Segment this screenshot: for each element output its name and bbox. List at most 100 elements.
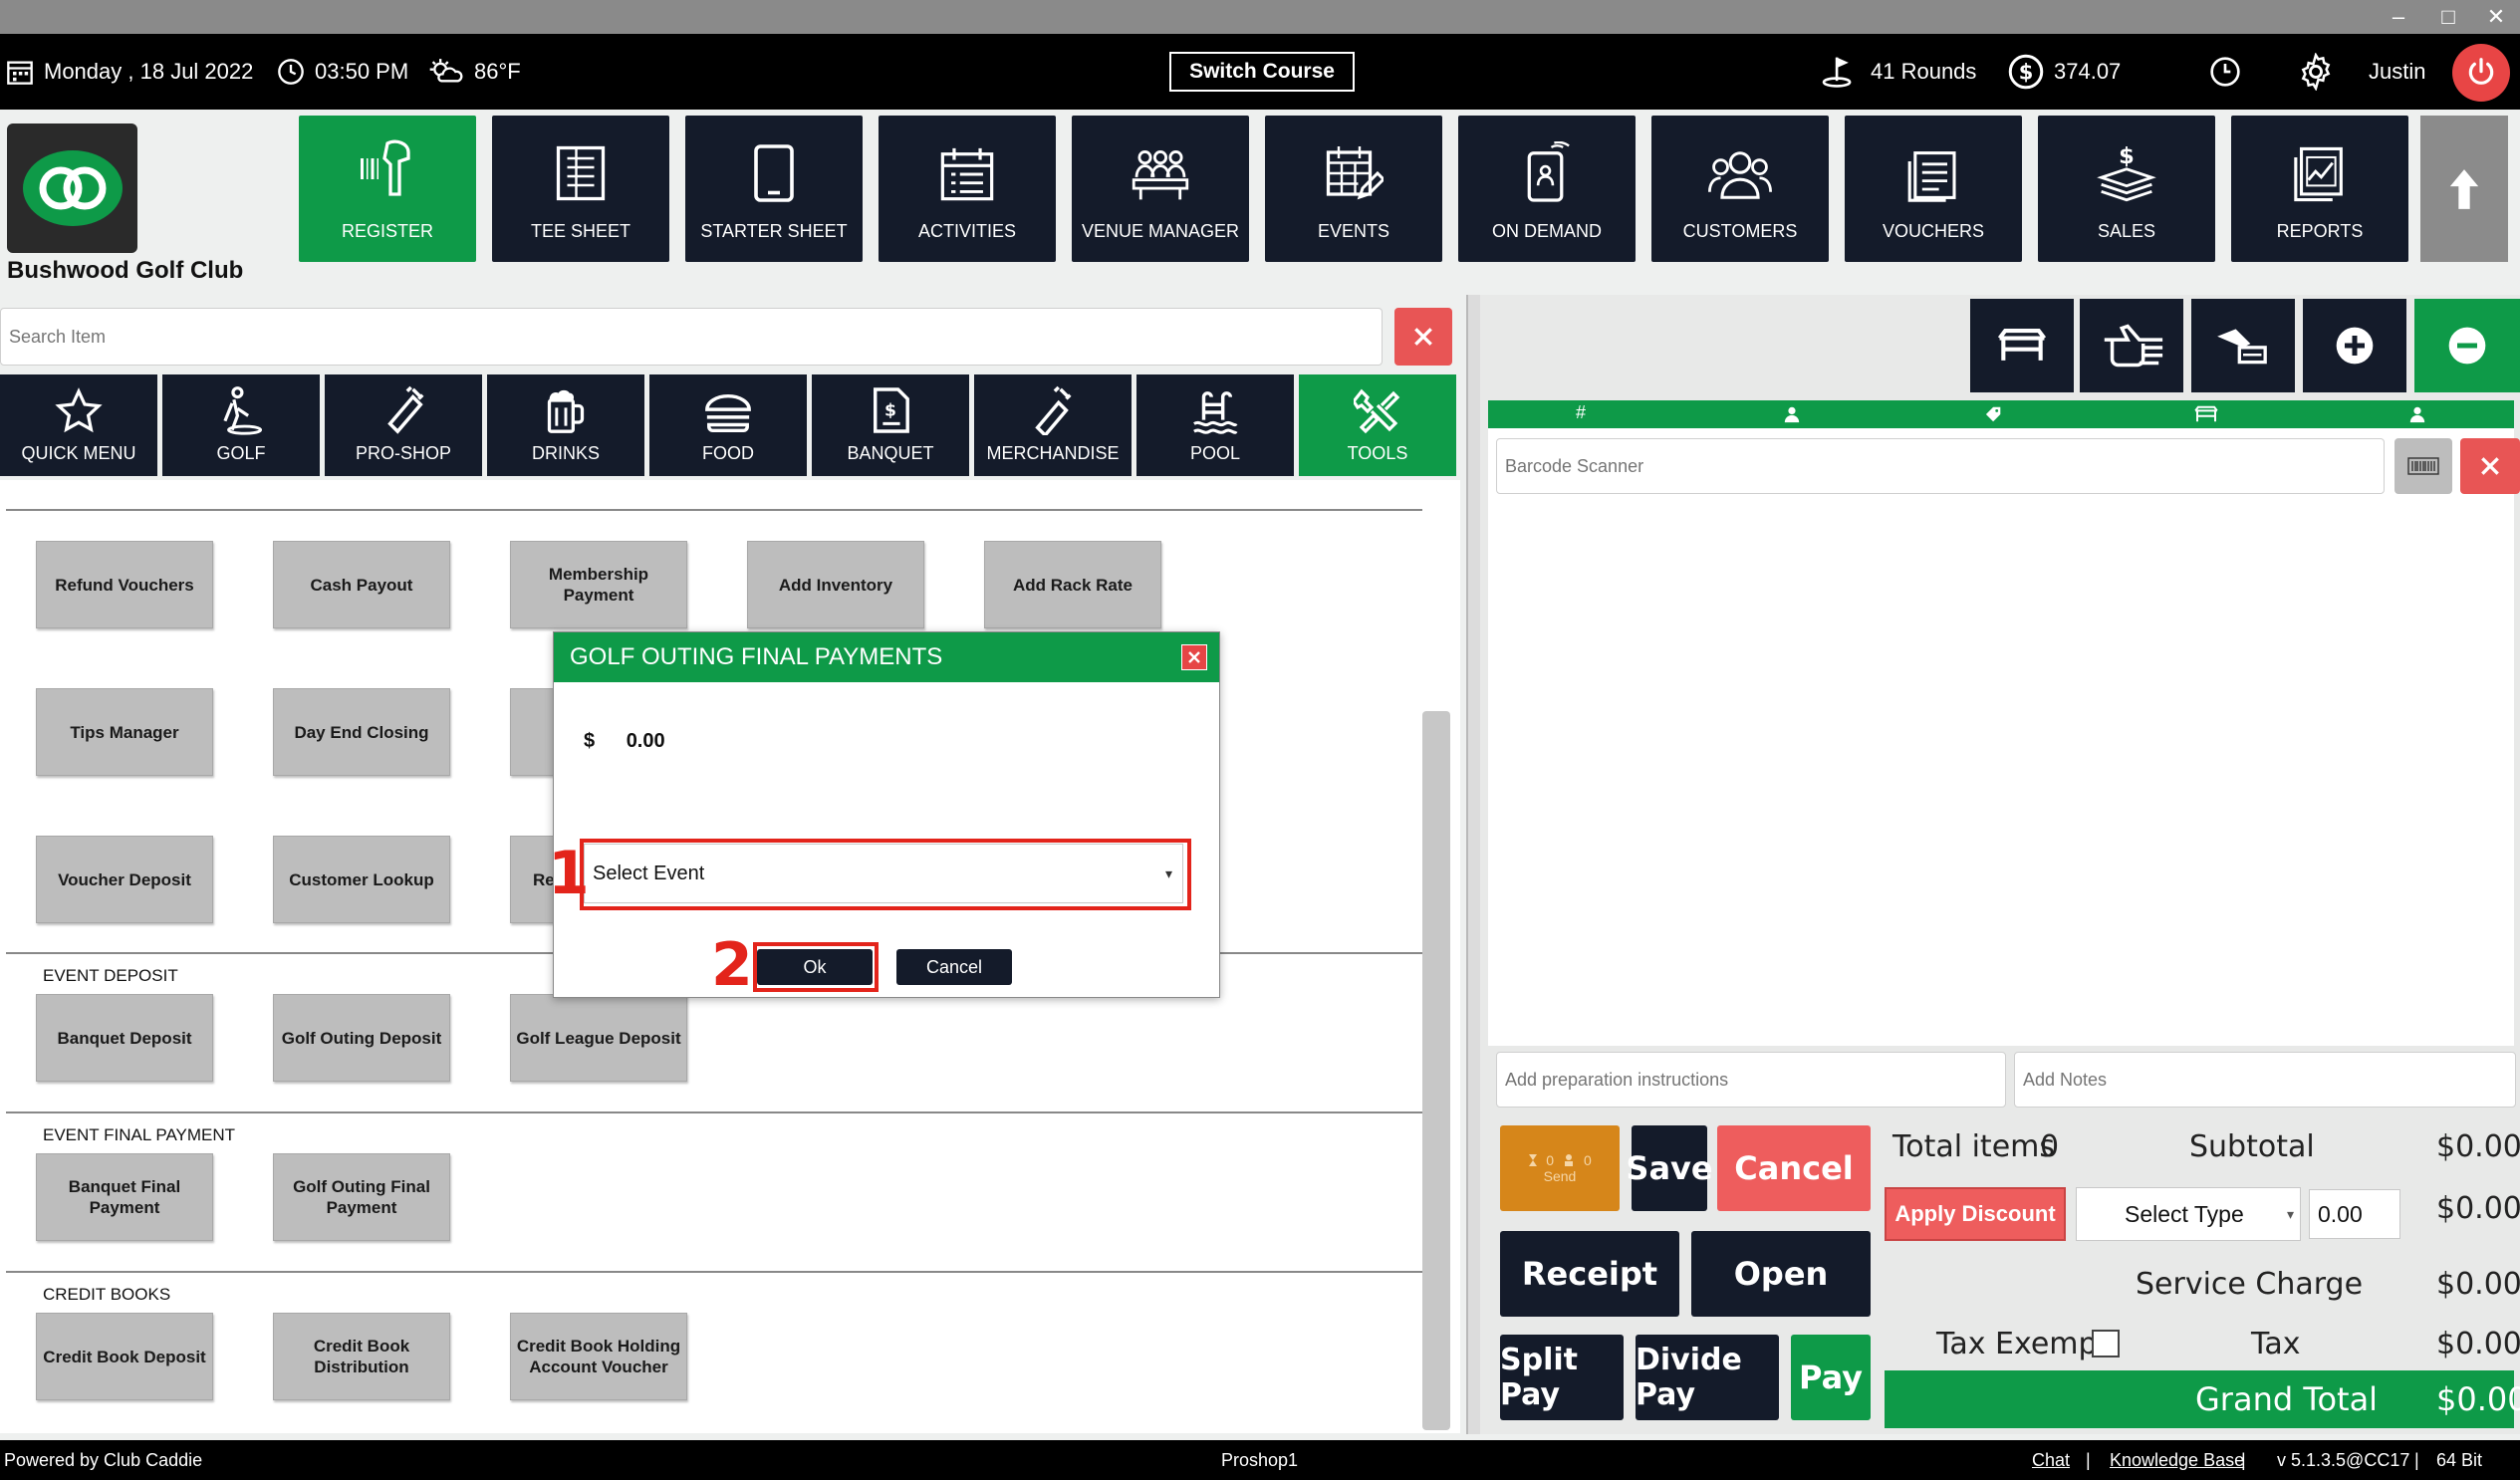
category-quick-menu[interactable]: QUICK MENU xyxy=(0,374,157,476)
total-items-value: 0 xyxy=(2040,1129,2060,1164)
barcode-scanner-input[interactable] xyxy=(1496,438,2385,494)
chat-link[interactable]: Chat xyxy=(2032,1450,2070,1471)
nav-register[interactable]: REGISTER xyxy=(299,116,476,262)
tax-exempt-checkbox[interactable] xyxy=(2092,1330,2120,1357)
step-2-highlight xyxy=(753,942,879,992)
receipt-button[interactable]: Receipt xyxy=(1500,1231,1679,1317)
category-pro-shop[interactable]: PRO-SHOP xyxy=(325,374,482,476)
nav-sales[interactable]: $ SALES xyxy=(2038,116,2215,262)
dialog-cancel-button[interactable]: Cancel xyxy=(896,949,1012,985)
balance-text: 374.07 xyxy=(2054,59,2122,84)
nav-starter-sheet[interactable]: STARTER SHEET xyxy=(685,116,863,262)
tools-scrollbar[interactable] xyxy=(1422,711,1450,1430)
weather-display: 86°F xyxy=(428,34,521,110)
category-label: PRO-SHOP xyxy=(355,443,451,463)
tips-manager-button[interactable]: Tips Manager xyxy=(36,688,213,776)
golf-league-deposit-button[interactable]: Golf League Deposit xyxy=(510,994,687,1082)
credit-book-distribution-button[interactable]: Credit Book Distribution xyxy=(273,1313,450,1400)
category-merchandise[interactable]: MERCHANDISE xyxy=(974,374,1132,476)
nav-vouchers-label: VOUCHERS xyxy=(1882,221,1984,241)
dialog-close-button[interactable] xyxy=(1181,644,1207,670)
nav-vouchers[interactable]: VOUCHERS xyxy=(1845,116,2022,262)
send-button[interactable]: 0 0 Send xyxy=(1500,1125,1620,1211)
credit-book-holding-account-voucher-button[interactable]: Credit Book Holding Account Voucher xyxy=(510,1313,687,1400)
banquet-final-payment-button[interactable]: Banquet Final Payment xyxy=(36,1153,213,1241)
add-item-button[interactable] xyxy=(2303,299,2406,392)
category-drinks[interactable]: DRINKS xyxy=(487,374,644,476)
power-button[interactable] xyxy=(2452,44,2510,102)
voucher-deposit-button[interactable]: Voucher Deposit xyxy=(36,836,213,923)
nav-venue-manager[interactable]: VENUE MANAGER xyxy=(1072,116,1249,262)
send-counters: 0 0 xyxy=(1528,1152,1592,1168)
scroll-up-button[interactable] xyxy=(2420,116,2508,262)
barcode-button[interactable] xyxy=(2394,438,2452,494)
membership-payment-button[interactable]: Membership Payment xyxy=(510,541,687,628)
golf-outing-deposit-button[interactable]: Golf Outing Deposit xyxy=(273,994,450,1082)
banquet-deposit-button[interactable]: Banquet Deposit xyxy=(36,994,213,1082)
event-final-payment-label: EVENT FINAL PAYMENT xyxy=(43,1125,236,1144)
clear-search-button[interactable] xyxy=(1394,308,1452,366)
category-tools[interactable]: TOOLS xyxy=(1299,374,1456,476)
table-seat-button[interactable] xyxy=(1970,299,2074,392)
nav-activities[interactable]: ACTIVITIES xyxy=(879,116,1056,262)
add-notes-input[interactable] xyxy=(2014,1052,2516,1108)
cash-payout-button[interactable]: Cash Payout xyxy=(273,541,450,628)
settings-button[interactable] xyxy=(2297,34,2345,110)
club-name: Bushwood Golf Club xyxy=(7,257,244,284)
hand-card-button[interactable] xyxy=(2080,299,2183,392)
apply-discount-button[interactable]: Apply Discount xyxy=(1885,1187,2066,1241)
golf-outing-final-payment-button[interactable]: Golf Outing Final Payment xyxy=(273,1153,450,1241)
clock-button[interactable] xyxy=(2209,34,2251,110)
day-end-closing-button[interactable]: Day End Closing xyxy=(273,688,450,776)
maximize-button[interactable]: □ xyxy=(2424,0,2472,34)
close-icon xyxy=(1414,328,1432,346)
knowledge-base-link[interactable]: Knowledge Base xyxy=(2110,1450,2244,1471)
send-count-kitchen: 0 xyxy=(1584,1152,1592,1168)
category-banquet[interactable]: $ BANQUET xyxy=(812,374,969,476)
user-name[interactable]: Justin xyxy=(2369,34,2425,110)
footer-separator: | xyxy=(2086,1450,2091,1470)
cancel-button[interactable]: Cancel xyxy=(1717,1125,1871,1211)
switch-course-button[interactable]: Switch Course xyxy=(1169,52,1355,92)
nav-events[interactable]: EVENTS xyxy=(1265,116,1442,262)
divide-pay-button[interactable]: Divide Pay xyxy=(1636,1335,1779,1420)
nav-reports[interactable]: REPORTS xyxy=(2231,116,2408,262)
open-button[interactable]: Open xyxy=(1691,1231,1871,1317)
discount-value-input[interactable]: 0.00 xyxy=(2309,1189,2400,1239)
clear-barcode-button[interactable] xyxy=(2460,438,2520,494)
category-food[interactable]: FOOD xyxy=(649,374,807,476)
balance-display[interactable]: $ 374.07 xyxy=(2008,34,2121,110)
hand-pointer-icon xyxy=(2104,324,2163,368)
hand-payment-button[interactable] xyxy=(2191,299,2295,392)
calendar-edit-icon xyxy=(1326,146,1384,200)
window-close-button[interactable]: ✕ xyxy=(2472,0,2520,34)
divider xyxy=(6,1271,1422,1273)
nav-on-demand-label: ON DEMAND xyxy=(1491,221,1602,241)
customer-lookup-button[interactable]: Customer Lookup xyxy=(273,836,450,923)
nav-sales-label: SALES xyxy=(2097,221,2156,241)
nav-tee-sheet[interactable]: TEE SHEET xyxy=(492,116,669,262)
save-button[interactable]: Save xyxy=(1626,1125,1713,1211)
category-pool[interactable]: POOL xyxy=(1136,374,1294,476)
discount-type-select[interactable]: Select Type ▾ xyxy=(2076,1187,2301,1241)
refund-vouchers-button[interactable]: Refund Vouchers xyxy=(36,541,213,628)
split-pay-button[interactable]: Split Pay xyxy=(1500,1335,1624,1420)
category-label: TOOLS xyxy=(1347,443,1408,463)
rounds-display[interactable]: 41 Rounds xyxy=(1821,34,1976,110)
search-item-input[interactable] xyxy=(0,308,1383,366)
add-inventory-button[interactable]: Add Inventory xyxy=(747,541,924,628)
category-golf[interactable]: GOLF xyxy=(162,374,320,476)
nav-on-demand[interactable]: ON DEMAND xyxy=(1458,116,1636,262)
version-text: v 5.1.3.5@CC17 xyxy=(2277,1450,2410,1470)
remove-item-button[interactable] xyxy=(2414,299,2520,392)
pane-splitter[interactable] xyxy=(1466,295,1480,1434)
nav-customers[interactable]: CUSTOMERS xyxy=(1651,116,1829,262)
subtotal-value: $0.00 xyxy=(2436,1129,2520,1164)
weather-text: 86°F xyxy=(474,59,521,84)
minimize-button[interactable]: – xyxy=(2375,0,2422,34)
add-rack-rate-button[interactable]: Add Rack Rate xyxy=(984,541,1161,628)
pay-button[interactable]: Pay xyxy=(1791,1335,1871,1420)
credit-book-deposit-button[interactable]: Credit Book Deposit xyxy=(36,1313,213,1400)
pool-icon xyxy=(1193,391,1238,434)
preparation-instructions-input[interactable] xyxy=(1496,1052,2006,1108)
